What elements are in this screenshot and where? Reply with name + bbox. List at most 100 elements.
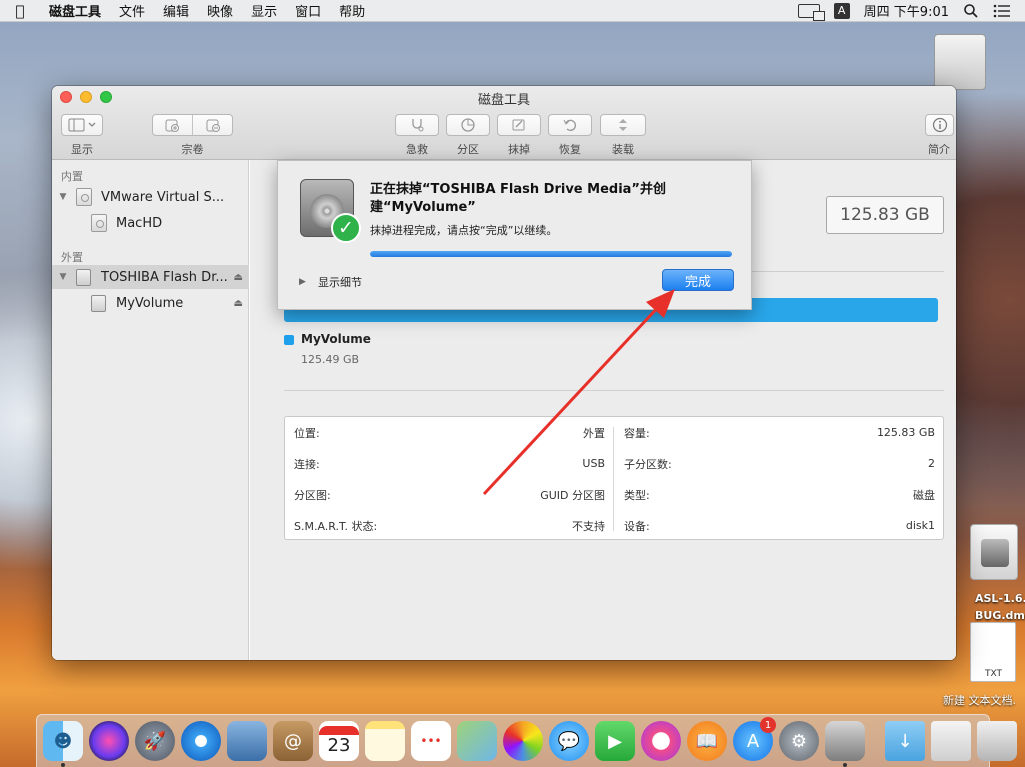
- dock-siri-icon[interactable]: [89, 721, 129, 761]
- dock-safari-icon[interactable]: [181, 721, 221, 761]
- menu-window[interactable]: 窗口: [286, 1, 330, 20]
- menu-app-name[interactable]: 磁盘工具: [40, 1, 110, 20]
- first-aid-button[interactable]: [395, 114, 439, 136]
- menu-edit[interactable]: 编辑: [154, 1, 198, 20]
- dock-ibooks-icon[interactable]: 📖: [687, 721, 727, 761]
- sidebar-item-myvolume[interactable]: MyVolume ⏏: [52, 291, 249, 315]
- info-column-right: 容量: 125.83 GB 子分区数: 2 类型: 磁盘 设备: disk1: [615, 417, 945, 541]
- dock-downloads-folder-icon[interactable]: ↓: [885, 721, 925, 761]
- apple-menu-icon[interactable]: : [0, 2, 40, 20]
- show-details-toggle[interactable]: 显示细节: [318, 274, 362, 290]
- eject-icon[interactable]: ⏏: [234, 272, 243, 283]
- erase-progress-sheet: ✓ 正在抹掉“TOSHIBA Flash Drive Media”并创建“MyV…: [277, 160, 752, 310]
- sidebar-view-icon: [68, 118, 96, 132]
- info-value: GUID 分区图: [540, 488, 605, 502]
- disk-info-table: 位置: 外置 连接: USB 分区图: GUID 分区图 S.M.A.R.T. …: [284, 416, 944, 540]
- sidebar-item-machd[interactable]: MacHD: [52, 211, 249, 235]
- dock-preview-icon[interactable]: [227, 721, 267, 761]
- dock: ☻ 🚀 @ 23 ••• 💬 ▶ ♫ 📖 A 1 ⚙ ↓: [36, 714, 1017, 767]
- dialog-message: 抹掉进程完成，请点按“完成”以继续。: [370, 224, 558, 237]
- internal-section-header: 内置: [61, 170, 83, 183]
- usb-volume-icon: [91, 294, 106, 312]
- info-row: 设备: disk1: [615, 510, 945, 541]
- info-key: S.M.A.R.T. 状态:: [294, 519, 378, 533]
- info-value: 125.83 GB: [876, 426, 935, 439]
- info-row: 连接: USB: [285, 448, 615, 479]
- desktop-drive-icon[interactable]: [934, 34, 986, 90]
- partition-button[interactable]: [446, 114, 490, 136]
- info-value: 不支持: [572, 519, 605, 533]
- spotlight-search-icon[interactable]: [963, 3, 979, 19]
- restore-label: 恢复: [559, 143, 581, 156]
- desktop-dmg-label-1: ASL-1.6.: [975, 592, 1025, 605]
- info-row: 类型: 磁盘: [615, 479, 945, 510]
- volume-button-group[interactable]: [152, 114, 233, 136]
- dock-notes-icon[interactable]: [365, 721, 405, 761]
- info-key: 连接:: [294, 457, 320, 471]
- menu-image[interactable]: 映像: [198, 1, 242, 20]
- info-button[interactable]: [925, 114, 954, 136]
- internal-disk-label: VMware Virtual S...: [101, 189, 225, 205]
- checkmark-success-icon: ✓: [331, 213, 361, 243]
- disclosure-triangle-right-icon[interactable]: ▶: [299, 277, 306, 287]
- view-button[interactable]: [61, 114, 103, 136]
- eject-icon[interactable]: ⏏: [234, 298, 243, 309]
- info-key: 容量:: [624, 426, 650, 440]
- dialog-title: 正在抹掉“TOSHIBA Flash Drive Media”并创建“MyVol…: [370, 182, 666, 215]
- info-value: 2: [928, 457, 935, 470]
- volume-label: 宗卷: [181, 143, 204, 156]
- notification-center-icon[interactable]: [993, 4, 1011, 18]
- volume-disk-icon: [91, 214, 107, 232]
- stethoscope-icon: [412, 119, 424, 132]
- desktop-txt-icon[interactable]: TXT: [970, 622, 1016, 682]
- notification-badge: 1: [760, 717, 776, 733]
- menu-clock[interactable]: 周四 下午9:01: [864, 1, 949, 20]
- volume-size: 125.49 GB: [301, 353, 360, 366]
- dock-itunes-icon[interactable]: ♫: [641, 721, 681, 761]
- dock-calendar-icon[interactable]: 23: [319, 721, 359, 761]
- view-label: 显示: [71, 143, 93, 156]
- dock-messages-icon[interactable]: 💬: [549, 721, 589, 761]
- eraser-icon: [512, 119, 525, 131]
- erase-label: 抹掉: [508, 143, 530, 156]
- dock-finder-icon[interactable]: ☻: [43, 721, 83, 767]
- myvolume-label: MyVolume: [116, 295, 184, 311]
- dock-photos-icon[interactable]: [503, 721, 543, 761]
- desktop-dmg-icon[interactable]: [970, 524, 1018, 580]
- menu-help[interactable]: 帮助: [330, 1, 374, 20]
- window-title: 磁盘工具: [477, 93, 530, 108]
- divider: [284, 390, 944, 391]
- dock-maps-icon[interactable]: [457, 721, 497, 761]
- info-row: 容量: 125.83 GB: [615, 417, 945, 448]
- menu-view[interactable]: 显示: [242, 1, 286, 20]
- info-row: S.M.A.R.T. 状态: 不支持: [285, 510, 615, 541]
- info-label: 简介: [928, 143, 950, 156]
- done-button[interactable]: 完成: [662, 269, 734, 291]
- erase-progress-bar: [370, 251, 732, 257]
- dock-disk-utility-icon[interactable]: [825, 721, 865, 767]
- info-value: 磁盘: [913, 488, 935, 502]
- sidebar-item-external-disk[interactable]: ▼ TOSHIBA Flash Dr... ⏏: [52, 265, 249, 289]
- disclosure-triangle-icon[interactable]: ▼: [56, 192, 70, 202]
- restore-button[interactable]: [548, 114, 592, 136]
- external-disk-label: TOSHIBA Flash Dr...: [101, 269, 228, 285]
- dock-facetime-icon[interactable]: ▶: [595, 721, 635, 761]
- info-value: disk1: [905, 519, 935, 532]
- dock-system-preferences-icon[interactable]: ⚙: [779, 721, 819, 761]
- input-source-icon[interactable]: A: [833, 2, 850, 19]
- txt-badge: TXT: [985, 669, 1003, 679]
- airplay-display-icon[interactable]: [797, 3, 825, 21]
- erase-button[interactable]: [497, 114, 541, 136]
- sidebar-item-internal-disk[interactable]: ▼ VMware Virtual S...: [52, 185, 249, 209]
- dock-app-store-icon[interactable]: A 1: [733, 717, 776, 761]
- partition-label: 分区: [457, 143, 479, 156]
- dock-stack-icon[interactable]: [931, 721, 971, 761]
- dock-launchpad-icon[interactable]: 🚀: [135, 721, 175, 761]
- menu-file[interactable]: 文件: [110, 1, 154, 20]
- running-indicator: [843, 763, 847, 767]
- mount-button[interactable]: [600, 114, 646, 136]
- disclosure-triangle-icon[interactable]: ▼: [56, 272, 70, 282]
- dock-contacts-icon[interactable]: @: [273, 721, 313, 761]
- dock-trash-icon[interactable]: [977, 721, 1017, 761]
- dock-reminders-icon[interactable]: •••: [411, 721, 451, 761]
